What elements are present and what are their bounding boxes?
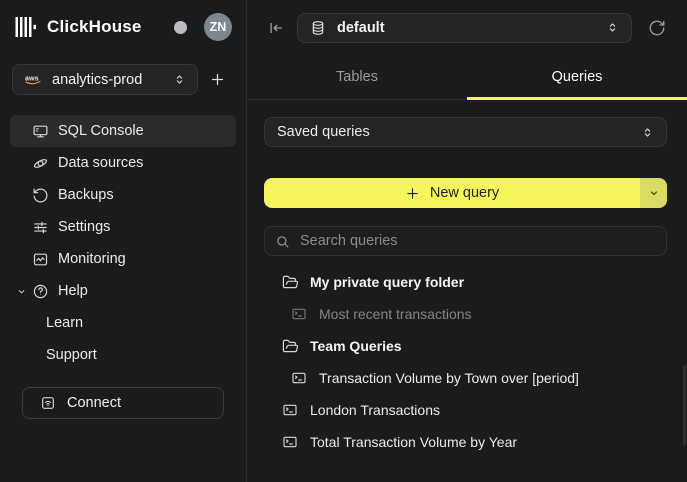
search-box	[264, 226, 667, 256]
sidebar-nav: SQL Console Data sources	[0, 115, 246, 419]
sql-console-icon	[32, 123, 49, 140]
connect-row: Connect	[22, 387, 224, 419]
avatar[interactable]: ZN	[204, 13, 232, 41]
tree-item-label: Team Queries	[310, 338, 402, 354]
chevron-updown-icon	[173, 73, 186, 86]
new-query-split-button: New query	[264, 178, 667, 208]
service-selector[interactable]: aws analytics-prod	[12, 64, 198, 95]
query-terminal-icon	[282, 402, 299, 419]
tab-tables[interactable]: Tables	[247, 55, 467, 99]
sidebar-subitem-label: Learn	[46, 315, 83, 331]
query-terminal-icon	[291, 370, 308, 387]
sidebar-item-monitoring[interactable]: Monitoring	[10, 243, 236, 275]
query-terminal-icon	[291, 306, 308, 323]
sidebar-item-learn[interactable]: Learn	[10, 307, 236, 339]
settings-icon	[32, 219, 49, 236]
sidebar-item-label: SQL Console	[58, 123, 144, 139]
database-selector[interactable]: default	[297, 13, 632, 43]
status-dot	[174, 21, 187, 34]
chevron-down-icon[interactable]	[16, 286, 27, 297]
tree-item-label: Most recent transactions	[319, 306, 472, 322]
chevron-updown-icon	[641, 126, 654, 139]
query-terminal-icon	[282, 434, 299, 451]
app-window: ClickHouse ZN aws analytics-prod	[0, 0, 687, 482]
tab-label: Tables	[336, 69, 378, 85]
folder-open-icon	[282, 338, 299, 355]
sidebar-item-label: Help	[58, 283, 88, 299]
sidebar-item-label: Data sources	[58, 155, 143, 171]
saved-queries-dropdown[interactable]: Saved queries	[264, 117, 667, 147]
new-query-button[interactable]: New query	[264, 178, 640, 208]
service-row: aws analytics-prod	[0, 53, 246, 95]
connect-button[interactable]: Connect	[22, 387, 224, 419]
query-tree: My private query folder Most recent tran…	[264, 266, 667, 458]
sidebar-subitem-label: Support	[46, 347, 97, 363]
tab-label: Queries	[552, 69, 603, 85]
service-selector-value: analytics-prod	[52, 72, 142, 88]
tab-queries[interactable]: Queries	[467, 55, 687, 99]
refresh-icon[interactable]	[645, 16, 669, 40]
sidebar: ClickHouse ZN aws analytics-prod	[0, 0, 247, 482]
new-query-menu-button[interactable]	[640, 178, 667, 208]
new-query-label: New query	[430, 185, 499, 201]
tree-query-london-transactions[interactable]: London Transactions	[264, 394, 667, 426]
monitoring-icon	[32, 251, 49, 268]
chevron-down-icon	[648, 187, 660, 199]
sidebar-item-support[interactable]: Support	[10, 339, 236, 371]
search-icon	[275, 234, 290, 249]
tree-item-label: Total Transaction Volume by Year	[310, 434, 517, 450]
clickhouse-logo-icon	[14, 15, 38, 39]
tree-item-label: London Transactions	[310, 402, 440, 418]
tree-query-most-recent-transactions[interactable]: Most recent transactions	[264, 298, 667, 330]
database-icon	[310, 20, 326, 36]
tab-bar: Tables Queries	[247, 55, 687, 100]
chevron-updown-icon	[606, 21, 619, 34]
backups-icon	[32, 187, 49, 204]
sidebar-item-help[interactable]: Help	[10, 275, 236, 307]
scrollbar-thumb[interactable]	[683, 365, 686, 445]
sidebar-item-label: Backups	[58, 187, 114, 203]
folder-open-icon	[282, 274, 299, 291]
sidebar-item-backups[interactable]: Backups	[10, 179, 236, 211]
connect-label: Connect	[67, 395, 121, 411]
tree-folder-private[interactable]: My private query folder	[264, 266, 667, 298]
tree-item-label: Transaction Volume by Town over [period]	[319, 370, 579, 386]
tree-query-transaction-volume-by-town[interactable]: Transaction Volume by Town over [period]	[264, 362, 667, 394]
sidebar-item-label: Monitoring	[58, 251, 126, 267]
brand-title: ClickHouse	[47, 17, 142, 37]
right-panel: default Tables Queries	[247, 0, 687, 482]
collapse-left-icon[interactable]	[264, 16, 288, 40]
tree-item-label: My private query folder	[310, 274, 464, 290]
search-queries-input[interactable]	[298, 232, 656, 250]
help-icon	[32, 283, 49, 300]
tree-query-total-transaction-volume[interactable]: Total Transaction Volume by Year	[264, 426, 667, 458]
data-sources-icon	[32, 155, 49, 172]
svg-text:aws: aws	[25, 74, 39, 83]
tree-folder-team-queries[interactable]: Team Queries	[264, 330, 667, 362]
queries-panel: Saved queries New query	[247, 100, 687, 482]
sidebar-item-sql-console[interactable]: SQL Console	[10, 115, 236, 147]
database-selector-value: default	[337, 20, 385, 36]
sidebar-item-label: Settings	[58, 219, 110, 235]
panel-topbar: default	[247, 0, 687, 55]
add-service-button[interactable]	[204, 67, 230, 93]
brand-row: ClickHouse ZN	[0, 0, 246, 53]
sidebar-item-data-sources[interactable]: Data sources	[10, 147, 236, 179]
saved-queries-dropdown-value: Saved queries	[277, 124, 370, 140]
aws-icon: aws	[24, 73, 42, 86]
plus-icon	[405, 186, 420, 201]
sidebar-item-settings[interactable]: Settings	[10, 211, 236, 243]
connect-icon	[40, 395, 56, 411]
